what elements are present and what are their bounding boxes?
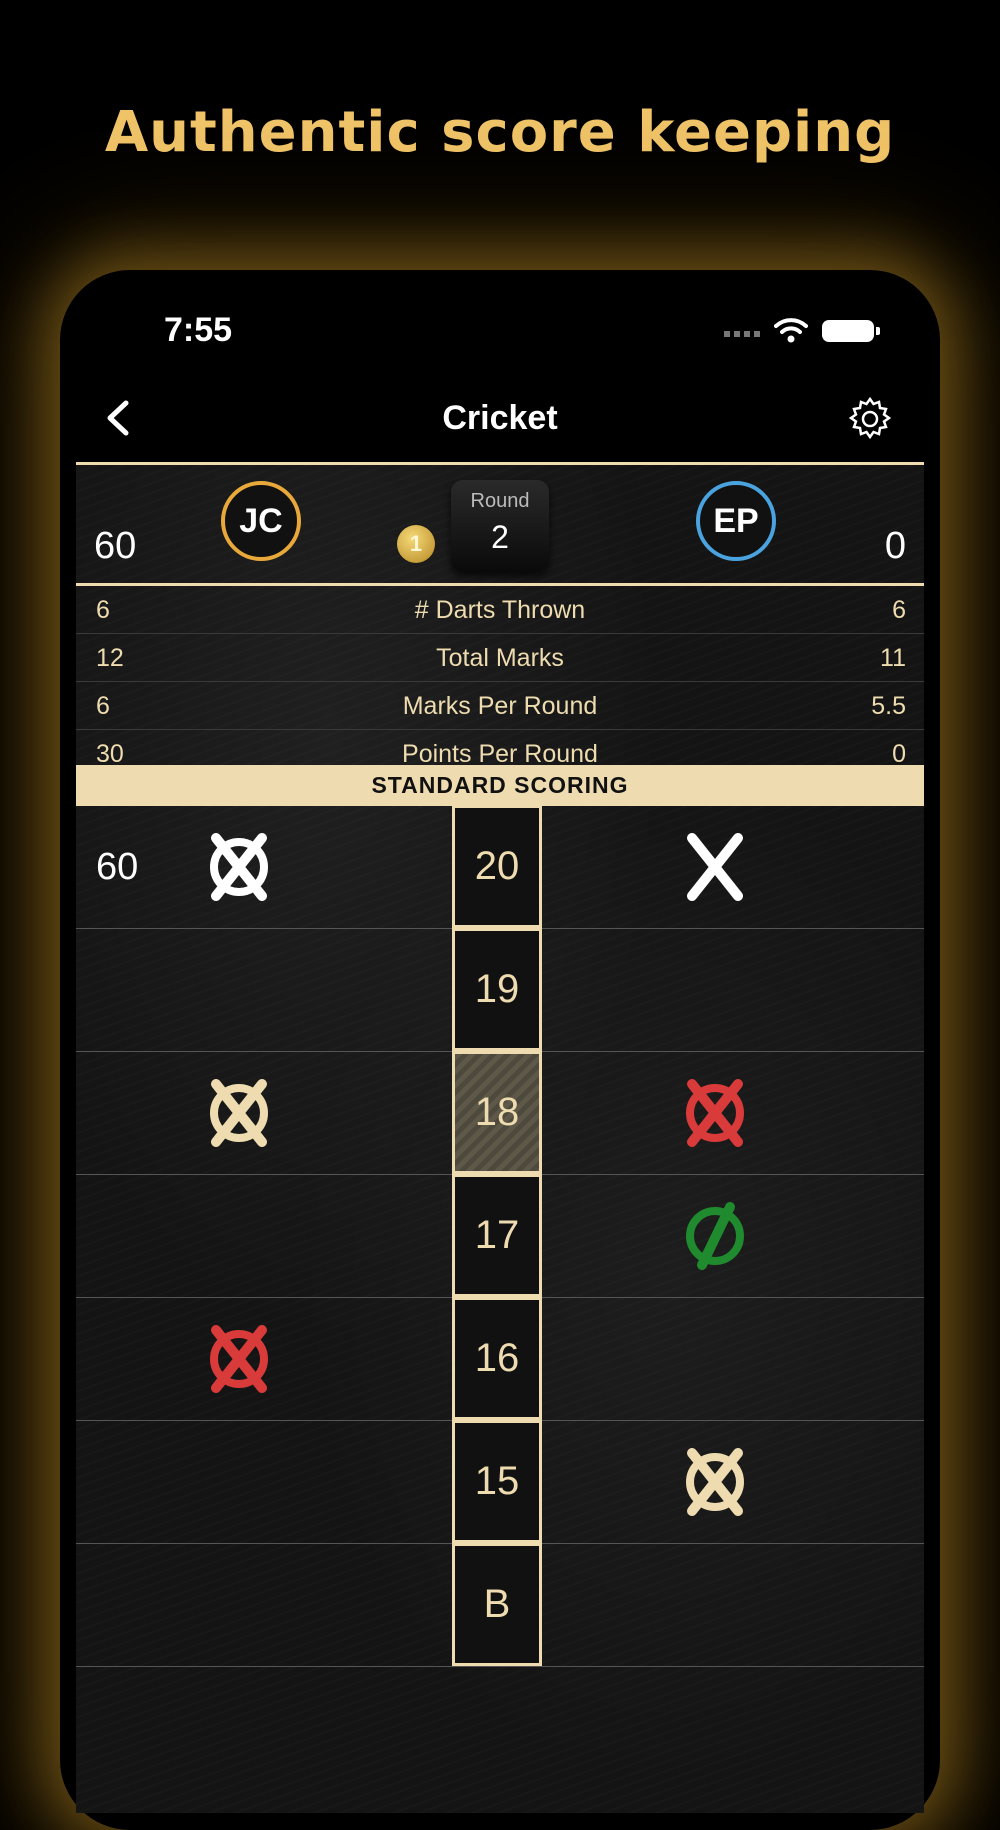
settings-gear-icon[interactable] [846,395,894,443]
target-number-button[interactable]: 18 [452,1051,542,1174]
stat-right-value: 5.5 [871,692,906,720]
target-number-button[interactable]: 15 [452,1420,542,1543]
left-player-score: 60 [94,525,137,567]
target-number-button[interactable]: B [452,1543,542,1666]
status-bar: 7:55 [76,283,924,373]
wifi-icon [774,317,808,348]
stat-row: 12 Total Marks 11 [76,634,924,682]
right-mark-icon[interactable] [672,1439,758,1525]
left-mark-icon[interactable] [196,1316,282,1402]
status-time: 7:55 [164,311,233,349]
stat-label: # Darts Thrown [414,596,586,624]
target-row: 17 [76,1174,924,1298]
stat-label: Total Marks [436,644,564,672]
target-number-button[interactable]: 16 [452,1297,542,1420]
players-header: 60 JC 1 Round 2 EP 0 [76,465,924,583]
stats-table: 6 # Darts Thrown 6 12 Total Marks 11 6 M… [76,586,924,778]
target-number-button[interactable]: 19 [452,928,542,1051]
cricket-grid: 60 20 19 18 17 16 15 B [76,805,924,1667]
back-chevron-icon[interactable] [98,395,144,441]
right-mark-icon[interactable] [672,1193,758,1279]
target-row: 15 [76,1420,924,1544]
target-row: 16 [76,1297,924,1421]
round-value: 2 [491,519,509,555]
stat-right-value: 6 [892,596,906,624]
scoring-mode-banner: STANDARD SCORING [76,765,924,806]
nav-bar: Cricket [76,373,924,463]
target-number-button[interactable]: 20 [452,805,542,928]
stat-label: Marks Per Round [402,692,598,720]
round-indicator: Round 2 [451,480,549,572]
right-player-score: 0 [884,525,906,567]
battery-icon [822,320,880,342]
headline: Authentic score keeping [104,100,896,165]
right-mark-icon[interactable] [672,824,758,910]
target-row: 60 20 [76,805,924,929]
round-label: Round [470,490,530,512]
stat-row: 6 Marks Per Round 5.5 [76,682,924,730]
target-row: B [76,1543,924,1667]
stat-right-value: 11 [880,644,906,672]
target-row: 19 [76,928,924,1052]
right-mark-icon[interactable] [672,1070,758,1156]
turn-badge: 1 [397,525,435,563]
scoreboard: 60 JC 1 Round 2 EP 0 6 # Darts Thrown 6 … [76,462,924,1813]
left-target-score: 60 [96,846,139,888]
left-player-avatar[interactable]: JC [221,481,301,561]
left-mark-icon[interactable] [196,1070,282,1156]
stat-row: 6 # Darts Thrown 6 [76,586,924,634]
signal-icon [724,331,764,337]
right-player-avatar[interactable]: EP [696,481,776,561]
left-mark-icon[interactable] [196,824,282,910]
target-number-button[interactable]: 17 [452,1174,542,1297]
page-title: Cricket [442,399,558,437]
target-row: 18 [76,1051,924,1175]
phone-screen: 7:55 Cricket 60 JC 1 Round 2 EP 0 6 # Da… [76,283,924,1813]
